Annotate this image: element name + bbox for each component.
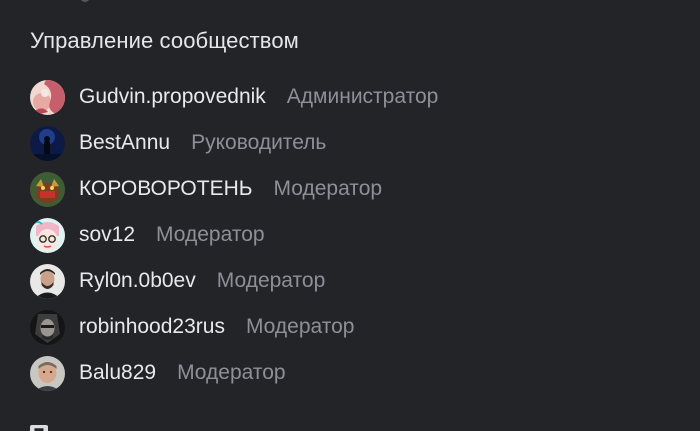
- avatar-icon[interactable]: [30, 217, 65, 253]
- member-item[interactable]: Ryl0n.0b0ev Модератор: [30, 258, 438, 304]
- member-name[interactable]: BestAnnu: [79, 131, 170, 155]
- cropped-heading-glyph: [30, 425, 48, 431]
- member-item[interactable]: BestAnnu Руководитель: [30, 120, 438, 166]
- member-role: Модератор: [273, 177, 383, 200]
- member-name[interactable]: КОРОВОРОТЕНЬ: [79, 177, 253, 201]
- member-role: Модератор: [156, 223, 265, 246]
- member-role: Администратор: [286, 85, 439, 108]
- avatar-icon[interactable]: [30, 263, 65, 299]
- avatar-icon[interactable]: [30, 355, 65, 391]
- member-item[interactable]: sov12 Модератор: [30, 212, 438, 258]
- avatar-icon[interactable]: [30, 309, 65, 345]
- avatar-icon[interactable]: [30, 171, 65, 207]
- member-role: Модератор: [216, 269, 326, 292]
- member-item[interactable]: КОРОВОРОТЕНЬ Модератор: [30, 166, 438, 212]
- member-list: Gudvin.propovednik Администратор BestAnn…: [30, 74, 438, 396]
- member-role: Модератор: [245, 315, 355, 338]
- member-item[interactable]: Balu829 Модератор: [30, 350, 438, 396]
- member-item[interactable]: Gudvin.propovednik Администратор: [30, 74, 438, 120]
- member-name[interactable]: Ryl0n.0b0ev: [79, 269, 196, 293]
- member-role: Модератор: [177, 361, 286, 384]
- member-name[interactable]: sov12: [79, 223, 135, 247]
- avatar-icon[interactable]: [30, 125, 65, 161]
- avatar-icon[interactable]: [30, 79, 65, 115]
- community-page: Управление сообществом Gudvin.propovedni…: [0, 0, 700, 431]
- member-name[interactable]: Gudvin.propovednik: [79, 85, 266, 109]
- member-role: Руководитель: [191, 131, 327, 154]
- section-title: Управление сообществом: [30, 28, 299, 53]
- cropped-element: [80, 0, 90, 2]
- member-item[interactable]: robinhood23rus Модератор: [30, 304, 438, 350]
- member-name[interactable]: robinhood23rus: [79, 315, 225, 339]
- member-name[interactable]: Balu829: [79, 361, 156, 385]
